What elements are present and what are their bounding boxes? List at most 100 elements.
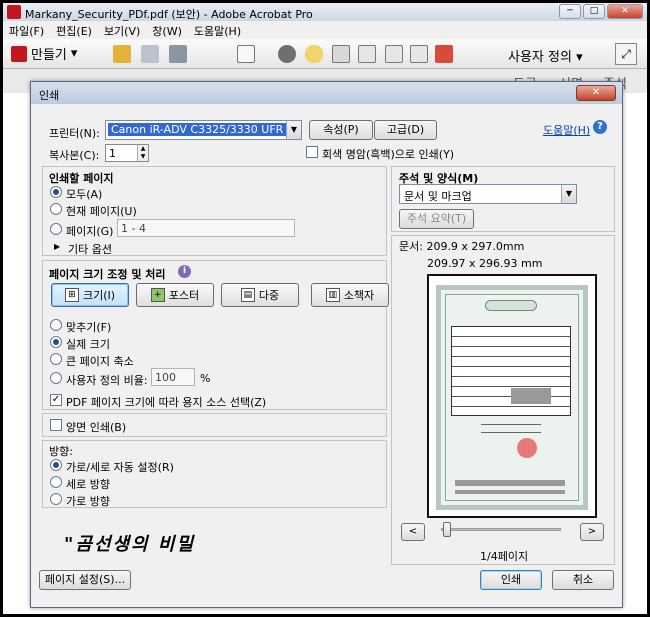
- size-toggle-label: 크기(I): [82, 289, 116, 302]
- user-defined-label: 사용자 정의: [508, 50, 572, 65]
- certificate-title-badge: [485, 300, 537, 311]
- custom-scale-input[interactable]: 100: [151, 368, 195, 386]
- save-icon[interactable]: [141, 45, 159, 63]
- size-toggle-button[interactable]: ⊞ 크기(I): [51, 283, 129, 307]
- poster-toggle-label: 포스터: [168, 289, 200, 302]
- app-title: Markany_Security_PDf.pdf (보안) - Adobe Ac…: [25, 8, 313, 21]
- printer-label: 프린터(N):: [49, 127, 100, 140]
- multiple-toggle-button[interactable]: ▤ 다중: [221, 283, 299, 307]
- minimize-button[interactable]: ─: [559, 4, 581, 19]
- summarize-comments-button[interactable]: 주석 요약(T): [399, 209, 474, 229]
- secure-document-icon[interactable]: [358, 45, 376, 63]
- size-icon: ⊞: [64, 288, 79, 302]
- edit-pdf-icon[interactable]: [435, 45, 453, 63]
- create-button[interactable]: 만들기 ▾: [11, 44, 77, 63]
- pages-range-input[interactable]: 1 - 4: [117, 219, 295, 237]
- percent-label: %: [200, 372, 211, 385]
- app-titlebar: Markany_Security_PDf.pdf (보안) - Adobe Ac…: [3, 3, 647, 21]
- next-page-button[interactable]: >: [580, 523, 604, 541]
- custom-scale-radio[interactable]: [50, 372, 62, 384]
- print-icon[interactable]: [169, 45, 187, 63]
- grayscale-label: 회색 명암(흑백)으로 인쇄(Y): [322, 148, 455, 161]
- actual-size-radio[interactable]: [50, 336, 62, 348]
- copies-label: 복사본(C):: [49, 149, 100, 162]
- properties-button[interactable]: 속성(P): [309, 120, 373, 140]
- fit-radio[interactable]: [50, 319, 62, 331]
- certificate-redaction: [455, 490, 565, 494]
- stepper-arrows-icon[interactable]: ▲ ▼: [137, 145, 148, 161]
- annotations-select[interactable]: 문서 및 마크업 ▼: [399, 184, 577, 204]
- fit-label: 맞추기(F): [66, 321, 112, 334]
- dialog-close-button[interactable]: ✕: [576, 85, 616, 101]
- custom-scale-label: 사용자 정의 비율:: [66, 374, 148, 387]
- booklet-toggle-label: 소책자: [343, 289, 375, 302]
- orientation-portrait-radio[interactable]: [50, 476, 62, 488]
- more-options-label[interactable]: 기타 옵션: [68, 241, 112, 257]
- certificate-redaction: [455, 480, 565, 486]
- certificate-preview-image: [436, 285, 588, 510]
- menu-window[interactable]: 창(W): [146, 21, 188, 39]
- cancel-button[interactable]: 취소: [552, 570, 614, 590]
- booklet-toggle-button[interactable]: ▥ 소책자: [311, 283, 389, 307]
- menu-file[interactable]: 파일(F): [3, 21, 50, 39]
- page-slider-thumb[interactable]: [443, 522, 451, 537]
- menu-help[interactable]: 도움말(H): [188, 21, 247, 39]
- info-icon[interactable]: i: [178, 265, 191, 278]
- booklet-icon: ▥: [325, 288, 340, 302]
- chevron-down-icon: ▾: [576, 50, 583, 65]
- screen: Markany_Security_PDf.pdf (보안) - Adobe Ac…: [3, 3, 647, 614]
- copies-stepper[interactable]: 1 ▲ ▼: [105, 144, 149, 162]
- secure-icon[interactable]: [410, 45, 428, 63]
- certificate-line: [481, 432, 541, 433]
- multiple-toggle-label: 다중: [258, 289, 280, 302]
- maximize-button[interactable]: □: [583, 4, 605, 19]
- expand-icon[interactable]: ⤢: [615, 43, 637, 65]
- poster-icon: +: [150, 288, 165, 302]
- orientation-landscape-radio[interactable]: [50, 493, 62, 505]
- actual-size-label: 실제 크기: [66, 338, 110, 351]
- duplex-checkbox[interactable]: [50, 419, 62, 431]
- help-link[interactable]: 도움말(H): [543, 122, 590, 138]
- comment-icon[interactable]: [305, 45, 323, 63]
- user-defined-menu[interactable]: 사용자 정의 ▾: [508, 46, 583, 65]
- pages-current-label: 현재 페이지(U): [66, 205, 137, 218]
- annotations-value: 문서 및 마크업: [404, 190, 472, 203]
- create-icon: [11, 45, 27, 62]
- prev-page-button[interactable]: <: [401, 523, 425, 541]
- poster-toggle-button[interactable]: + 포스터: [136, 283, 214, 307]
- printer-value: Canon iR-ADV C3325/3330 UFR II: [108, 123, 297, 136]
- orientation-auto-label: 가로/세로 자동 설정(R): [66, 461, 174, 474]
- orientation-auto-radio[interactable]: [50, 459, 62, 471]
- grayscale-checkbox[interactable]: [306, 146, 318, 158]
- close-button[interactable]: ✕: [607, 4, 643, 19]
- pages-current-radio[interactable]: [50, 203, 62, 215]
- expander-icon[interactable]: ▶: [54, 242, 60, 251]
- choose-paper-checkbox[interactable]: ✓: [50, 394, 62, 406]
- gear-icon[interactable]: [278, 45, 296, 63]
- printer-select[interactable]: Canon iR-ADV C3325/3330 UFR II ▼: [105, 120, 302, 140]
- advanced-button[interactable]: 고급(D): [374, 120, 437, 140]
- page-setup-button[interactable]: 페이지 설정(S)...: [39, 570, 131, 590]
- certificate-redaction: [511, 388, 551, 404]
- pages-all-radio[interactable]: [50, 186, 62, 198]
- watermark-text: "곰선생의 비밀: [64, 534, 196, 555]
- help-icon[interactable]: ?: [593, 120, 607, 134]
- shrink-radio[interactable]: [50, 353, 62, 365]
- multiple-pages-icon: ▤: [240, 288, 255, 302]
- menu-view[interactable]: 보기(V): [98, 21, 146, 39]
- menu-edit[interactable]: 편집(E): [50, 21, 98, 39]
- open-folder-icon[interactable]: [113, 45, 131, 63]
- page-slider-track[interactable]: [441, 528, 561, 531]
- certificate-line: [481, 424, 541, 425]
- dialog-titlebar: 인쇄 ✕: [31, 82, 622, 104]
- export-icon[interactable]: [385, 45, 403, 63]
- chevron-down-icon: ▼: [286, 121, 301, 139]
- sizing-section-title: 페이지 크기 조정 및 처리: [49, 268, 166, 281]
- sign-icon[interactable]: [332, 45, 350, 63]
- pages-range-radio[interactable]: [50, 223, 62, 235]
- shrink-label: 큰 페이지 축소: [66, 355, 134, 368]
- email-icon[interactable]: [237, 45, 255, 63]
- print-button[interactable]: 인쇄: [480, 570, 542, 590]
- orientation-title: 방향:: [49, 445, 73, 458]
- main-toolbar: 만들기 ▾ 사용자 정의 ▾ ⤢: [3, 39, 647, 69]
